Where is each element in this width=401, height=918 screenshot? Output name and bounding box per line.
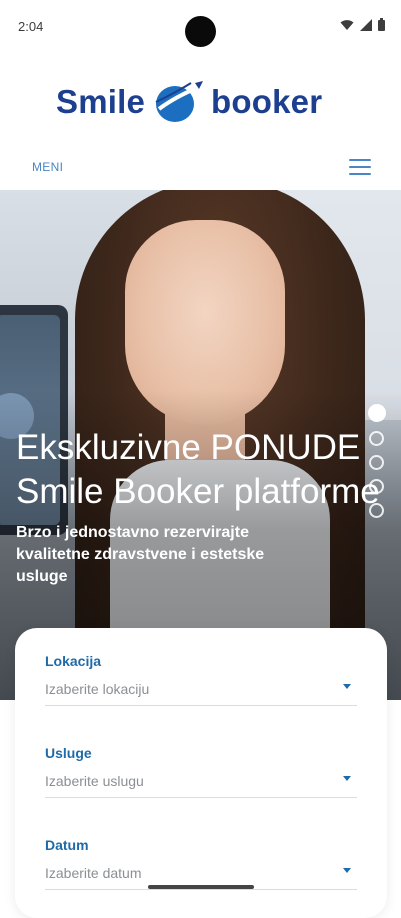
date-field[interactable]: Datum Izaberite datum: [45, 837, 357, 890]
caret-down-icon: [343, 684, 351, 689]
service-field[interactable]: Usluge Izaberite uslugu: [45, 745, 357, 798]
logo-text-right: booker: [211, 83, 323, 120]
carousel-dot-5[interactable]: [369, 503, 384, 518]
service-placeholder: Izaberite uslugu: [45, 773, 144, 789]
location-select[interactable]: Izaberite lokaciju: [45, 681, 357, 706]
booking-form-card: Lokacija Izaberite lokaciju Usluge Izabe…: [15, 628, 387, 918]
signal-icon: [360, 18, 372, 36]
globe-logo-icon: [151, 79, 205, 125]
home-gesture-bar[interactable]: [148, 885, 254, 889]
date-placeholder: Izaberite datum: [45, 865, 142, 881]
carousel-dot-1[interactable]: [368, 404, 386, 422]
menu-label[interactable]: MENI: [32, 160, 63, 174]
status-bar: 2:04: [0, 0, 401, 52]
hero-title-line1: Ekskluzivne PONUDE: [16, 428, 361, 467]
camera-cutout: [185, 16, 216, 47]
service-label: Usluge: [45, 745, 92, 761]
carousel-dots: [368, 404, 389, 527]
hero-banner: Ekskluzivne PONUDE Smile Booker platform…: [0, 190, 401, 700]
date-label: Datum: [45, 837, 89, 853]
hamburger-menu-icon[interactable]: [349, 159, 371, 175]
smile-booker-logo[interactable]: Smile booker: [56, 74, 346, 130]
status-icons: [340, 18, 385, 36]
wifi-icon: [340, 18, 354, 36]
hero-title: Ekskluzivne PONUDE Smile Booker platform…: [16, 426, 401, 514]
battery-icon: [378, 18, 385, 36]
hero-subtitle: Brzo i jednostavno rezervirajte kvalitet…: [16, 524, 265, 585]
hero-title-line2: Smile Booker platforme: [16, 472, 380, 511]
service-select[interactable]: Izaberite uslugu: [45, 773, 357, 798]
logo-text-left: Smile: [56, 83, 146, 120]
carousel-dot-3[interactable]: [369, 455, 384, 470]
location-placeholder: Izaberite lokaciju: [45, 681, 150, 697]
location-label: Lokacija: [45, 653, 102, 669]
status-time: 2:04: [18, 19, 44, 34]
carousel-dot-4[interactable]: [369, 479, 384, 494]
location-field[interactable]: Lokacija Izaberite lokaciju: [45, 653, 357, 706]
caret-down-icon: [343, 776, 351, 781]
site-header: Smile booker MENI: [0, 52, 401, 190]
carousel-dot-2[interactable]: [369, 431, 384, 446]
caret-down-icon: [343, 868, 351, 873]
